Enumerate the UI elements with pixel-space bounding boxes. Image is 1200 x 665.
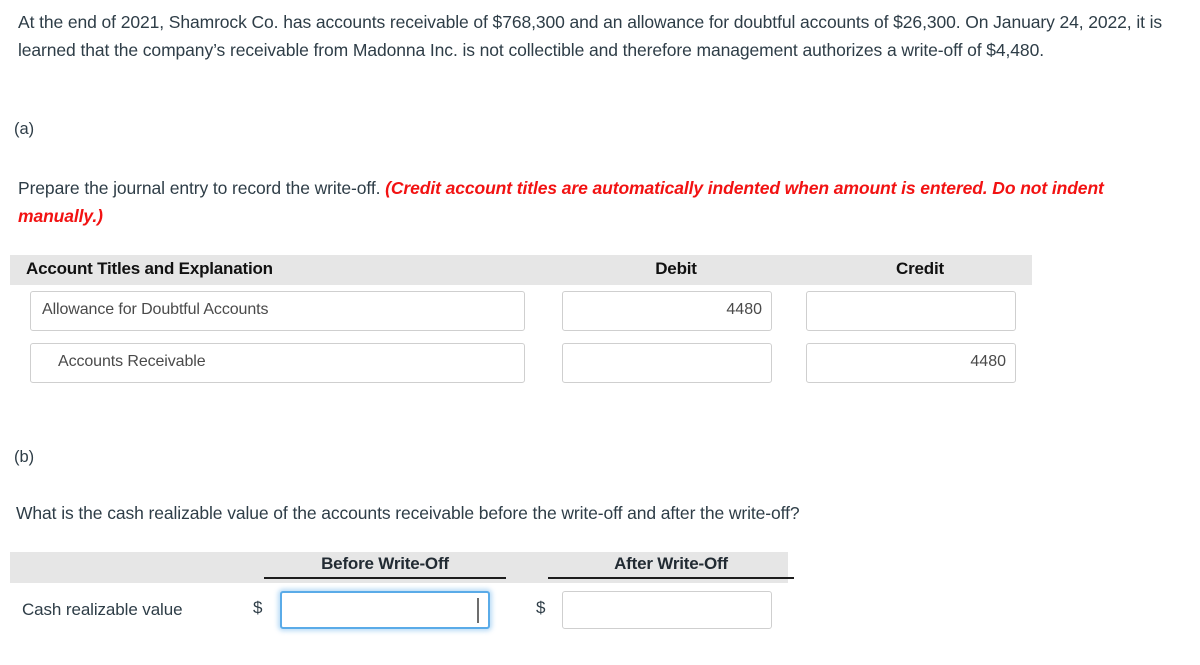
journal-table-row: Accounts Receivable 4480 <box>0 343 1060 385</box>
cash-realizable-value-before-input[interactable] <box>280 591 490 629</box>
part-b-label: (b) <box>14 448 35 466</box>
journal-table-header: Account Titles and Explanation Debit Cre… <box>10 255 1032 285</box>
worksheet-page: At the end of 2021, Shamrock Co. has acc… <box>0 0 1200 665</box>
problem-statement: At the end of 2021, Shamrock Co. has acc… <box>18 12 1163 60</box>
account-title-value-row2: Accounts Receivable <box>58 353 206 370</box>
currency-symbol-before: $ <box>253 598 263 617</box>
instruction-plain-text: Prepare the journal entry to record the … <box>18 178 381 198</box>
column-header-credit: Credit <box>896 259 944 278</box>
column-header-account-titles: Account Titles and Explanation <box>26 259 273 278</box>
debit-value-row1: 4480 <box>726 301 762 318</box>
column-header-before-write-off: Before Write-Off <box>264 554 506 579</box>
cash-realizable-value-after-input[interactable] <box>562 591 772 629</box>
column-header-after-write-off: After Write-Off <box>548 554 794 579</box>
credit-input-row1[interactable] <box>806 291 1016 331</box>
debit-input-row2[interactable] <box>562 343 772 383</box>
part-a-label: (a) <box>14 120 35 138</box>
part-b-question: What is the cash realizable value of the… <box>16 503 800 523</box>
account-title-value-row1: Allowance for Doubtful Accounts <box>42 301 269 318</box>
text-cursor <box>477 598 479 623</box>
crv-row-label: Cash realizable value <box>22 600 183 619</box>
credit-value-row2: 4480 <box>970 353 1006 370</box>
part-a-instruction: Prepare the journal entry to record the … <box>18 174 1193 230</box>
crv-table-header: Before Write-Off After Write-Off <box>10 552 794 583</box>
journal-table-row: Allowance for Doubtful Accounts 4480 <box>0 291 1060 333</box>
column-header-debit: Debit <box>655 259 697 278</box>
currency-symbol-after: $ <box>536 598 546 617</box>
